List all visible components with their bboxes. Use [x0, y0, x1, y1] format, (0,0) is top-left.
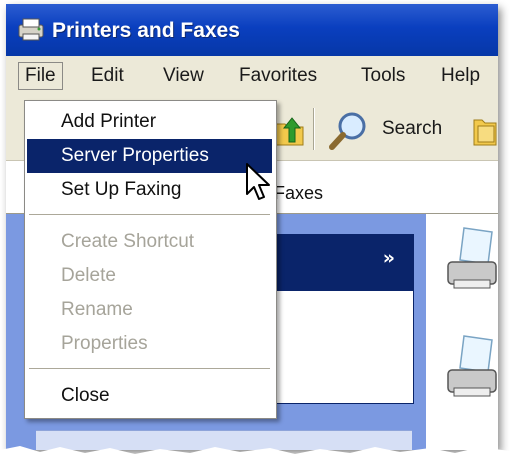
menu-view[interactable]: View: [158, 64, 209, 88]
file-menu-dropdown: Add Printer Server Properties Set Up Fax…: [24, 100, 277, 419]
printers-folder-icon: [18, 18, 44, 41]
folders-icon[interactable]: [472, 112, 498, 148]
printer-icon[interactable]: [444, 332, 498, 400]
window-title: Printers and Faxes: [52, 19, 240, 42]
torn-edge: [0, 440, 510, 462]
menu-separator: [29, 368, 270, 370]
menu-bar: File Edit View Favorites Tools Help: [6, 56, 498, 99]
printer-icon[interactable]: [444, 224, 498, 292]
menu-item-add-printer[interactable]: Add Printer: [27, 105, 272, 139]
mouse-cursor-icon: [246, 163, 270, 200]
menu-item-create-shortcut[interactable]: Create Shortcut: [27, 225, 272, 259]
menu-item-set-up-faxing[interactable]: Set Up Faxing: [27, 173, 272, 207]
menu-separator: [29, 214, 270, 216]
toolbar-separator: [313, 108, 315, 150]
menu-file[interactable]: File: [18, 62, 63, 90]
up-folder-icon[interactable]: [272, 112, 306, 148]
menu-item-rename[interactable]: Rename: [27, 293, 272, 327]
title-bar[interactable]: Printers and Faxes: [6, 4, 498, 56]
search-icon[interactable]: [328, 110, 372, 150]
address-text: Faxes: [274, 183, 324, 203]
explorer-window: Printers and Faxes File Edit View Favori…: [6, 4, 498, 450]
menu-item-properties[interactable]: Properties: [27, 327, 272, 361]
menu-favorites[interactable]: Favorites: [234, 64, 322, 88]
collapse-chevron-icon[interactable]: »: [383, 247, 395, 269]
menu-item-close[interactable]: Close: [27, 379, 272, 413]
menu-help[interactable]: Help: [436, 64, 485, 88]
menu-item-delete[interactable]: Delete: [27, 259, 272, 293]
search-button-label[interactable]: Search: [382, 118, 442, 140]
menu-edit[interactable]: Edit: [86, 64, 129, 88]
menu-tools[interactable]: Tools: [356, 64, 410, 88]
menu-item-server-properties[interactable]: Server Properties: [27, 139, 272, 173]
